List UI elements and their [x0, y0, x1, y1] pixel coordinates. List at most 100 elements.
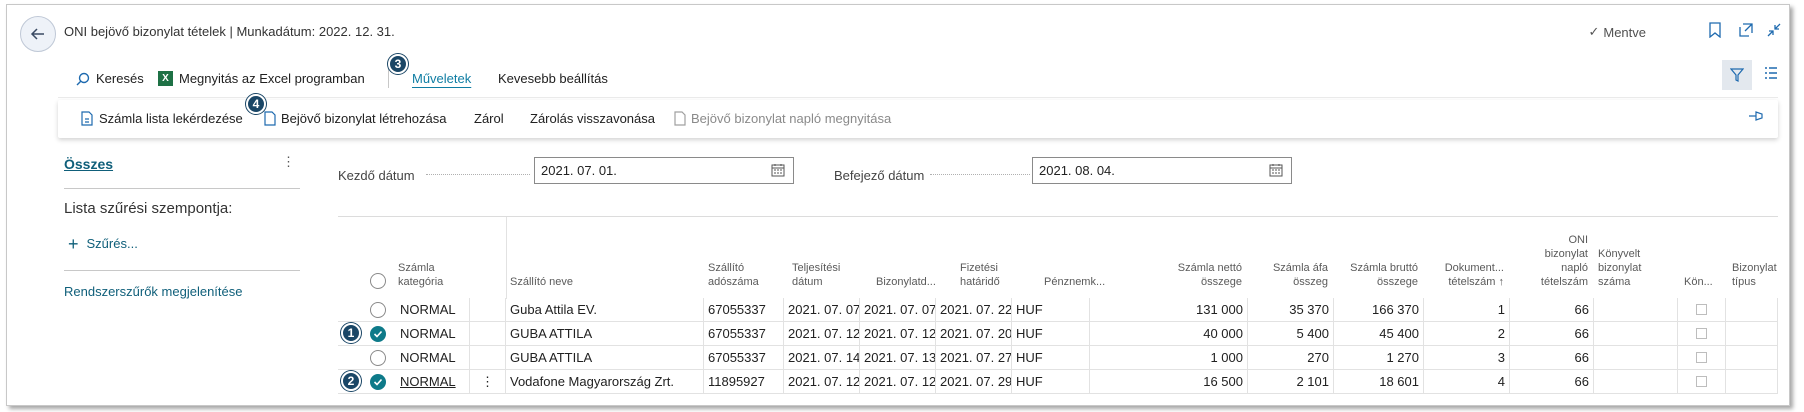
column-header-due-date[interactable]: Fizetési határidő	[960, 261, 1000, 289]
row-actions-cell[interactable]	[470, 322, 506, 346]
row-checkbox-cell[interactable]	[1678, 346, 1726, 370]
more-options-icon[interactable]: ⋮	[282, 154, 295, 170]
cell-taxno[interactable]: 67055337	[704, 298, 784, 322]
cell-category[interactable]: NORMAL	[396, 370, 470, 394]
column-header-supplier[interactable]: Szállító neve	[510, 275, 573, 289]
cell-due-date[interactable]: 2021. 07. 27.	[936, 346, 1012, 370]
row-checkbox-cell[interactable]	[1678, 322, 1726, 346]
add-filter-button[interactable]: + Szűrés...	[68, 235, 138, 253]
row-checkbox[interactable]	[1696, 328, 1707, 339]
document-type-cell[interactable]	[1726, 298, 1778, 322]
calendar-icon[interactable]	[1269, 163, 1283, 180]
cell-docline[interactable]: 4	[1424, 370, 1510, 394]
cell-doc-date[interactable]: 2021. 07. 12.	[860, 370, 936, 394]
row-actions-cell[interactable]	[470, 298, 506, 322]
cell-vat[interactable]: 5 400	[1248, 322, 1334, 346]
cell-vat[interactable]: 270	[1248, 346, 1334, 370]
cell-perf-date[interactable]: 2021. 07. 12.	[784, 370, 860, 394]
row-select-radio[interactable]	[370, 350, 386, 366]
cell-supplier[interactable]: GUBA ATTILA	[506, 346, 704, 370]
row-selected-checkbox[interactable]	[370, 374, 386, 390]
cell-supplier[interactable]: Vodafone Magyarország Zrt.	[506, 370, 704, 394]
row-actions-cell[interactable]: ⋮	[470, 370, 506, 394]
cell-due-date[interactable]: 2021. 07. 22.	[936, 298, 1012, 322]
cell-doc-date[interactable]: 2021. 07. 07.	[860, 298, 936, 322]
cell-taxno[interactable]: 67055337	[704, 346, 784, 370]
open-incoming-journal-button[interactable]: Bejövő bizonylat napló megnyitása	[674, 111, 891, 126]
row-actions-cell[interactable]	[470, 346, 506, 370]
row-more-options-icon[interactable]: ⋮	[474, 370, 501, 393]
table-row[interactable]: NORMAL ⋮ Vodafone Magyarország Zrt. 1189592…	[338, 370, 1778, 394]
search-button[interactable]: Keresés	[76, 71, 144, 86]
column-header-gross-amount[interactable]: Számla bruttó összege	[1334, 261, 1418, 289]
booked-document-cell[interactable]	[1594, 298, 1678, 322]
cell-vat[interactable]: 35 370	[1248, 298, 1334, 322]
tab-actions[interactable]: Műveletek	[412, 71, 471, 86]
cell-net[interactable]: 16 500	[1090, 370, 1248, 394]
column-header-tax-number[interactable]: Szállító adószáma	[708, 261, 759, 289]
column-header-kon[interactable]: Kön...	[1684, 275, 1713, 289]
cell-docline[interactable]: 1	[1424, 298, 1510, 322]
cell-supplier[interactable]: Guba Attila EV.	[506, 298, 704, 322]
undo-lock-button[interactable]: Zárolás visszavonása	[530, 111, 655, 126]
cell-gross[interactable]: 45 400	[1334, 322, 1424, 346]
open-new-window-icon[interactable]	[1738, 22, 1756, 40]
cell-net[interactable]: 131 000	[1090, 298, 1248, 322]
cell-net[interactable]: 1 000	[1090, 346, 1248, 370]
column-header-booked-document[interactable]: Könyvelt bizonylat száma	[1598, 247, 1641, 289]
fewer-options-button[interactable]: Kevesebb beállítás	[498, 71, 608, 86]
cell-taxno[interactable]: 67055337	[704, 322, 784, 346]
booked-document-cell[interactable]	[1594, 322, 1678, 346]
row-selected-checkbox[interactable]	[370, 326, 386, 342]
column-header-document-line[interactable]: Dokument... tételszám ↑	[1424, 261, 1504, 289]
back-button[interactable]	[20, 16, 56, 52]
create-incoming-document-button[interactable]: Bejövő bizonylat létrehozása	[264, 111, 447, 126]
cell-perf-date[interactable]: 2021. 07. 14.	[784, 346, 860, 370]
column-header-vat-amount[interactable]: Számla áfa összeg	[1248, 261, 1328, 289]
cell-perf-date[interactable]: 2021. 07. 07.	[784, 298, 860, 322]
collapse-icon[interactable]	[1766, 22, 1784, 40]
cell-oni[interactable]: 66	[1510, 346, 1594, 370]
cell-category[interactable]: NORMAL	[396, 322, 470, 346]
show-system-filters-link[interactable]: Rendszerszűrők megjelenítése	[64, 284, 242, 299]
cell-currency[interactable]: HUF	[1012, 346, 1090, 370]
row-checkbox[interactable]	[1696, 304, 1707, 315]
document-type-cell[interactable]	[1726, 370, 1778, 394]
invoice-list-query-button[interactable]: Számla lista lekérdezése	[80, 111, 243, 126]
document-type-cell[interactable]	[1726, 346, 1778, 370]
cell-oni[interactable]: 66	[1510, 298, 1594, 322]
booked-document-cell[interactable]	[1594, 346, 1678, 370]
cell-supplier[interactable]: GUBA ATTILA	[506, 322, 704, 346]
cell-gross[interactable]: 18 601	[1334, 370, 1424, 394]
table-row[interactable]: NORMAL Guba Attila EV. 67055337 2021. 07. 0…	[338, 298, 1778, 322]
bookmark-icon[interactable]	[1708, 22, 1726, 40]
cell-currency[interactable]: HUF	[1012, 322, 1090, 346]
cell-currency[interactable]: HUF	[1012, 298, 1090, 322]
cell-taxno[interactable]: 11895927	[704, 370, 784, 394]
all-view-link[interactable]: Összes	[64, 156, 113, 172]
column-header-category[interactable]: Számla kategória	[398, 261, 443, 289]
row-checkbox[interactable]	[1696, 376, 1707, 387]
cell-perf-date[interactable]: 2021. 07. 12.	[784, 322, 860, 346]
cell-due-date[interactable]: 2021. 07. 20.	[936, 322, 1012, 346]
row-select-radio[interactable]	[370, 302, 386, 318]
row-checkbox-cell[interactable]	[1678, 370, 1726, 394]
booked-document-cell[interactable]	[1594, 370, 1678, 394]
column-header-oni-journal-line[interactable]: ONI bizonylat napló tételszám	[1510, 233, 1588, 289]
cell-gross[interactable]: 166 370	[1334, 298, 1424, 322]
calendar-icon[interactable]	[771, 163, 785, 180]
cell-doc-date[interactable]: 2021. 07. 12.	[860, 322, 936, 346]
start-date-field[interactable]: 2021. 07. 01.	[534, 157, 794, 184]
column-header-net-amount[interactable]: Számla nettó összege	[1118, 261, 1242, 289]
list-view-icon[interactable]	[1764, 66, 1778, 83]
cell-oni[interactable]: 66	[1510, 370, 1594, 394]
document-type-cell[interactable]	[1726, 322, 1778, 346]
cell-docline[interactable]: 3	[1424, 346, 1510, 370]
cell-due-date[interactable]: 2021. 07. 29.	[936, 370, 1012, 394]
filter-toggle-button[interactable]	[1722, 60, 1752, 90]
pin-icon[interactable]	[1748, 110, 1764, 125]
open-in-excel-button[interactable]: X Megnyitás az Excel programban	[158, 71, 365, 86]
table-row[interactable]: NORMAL GUBA ATTILA 67055337 2021. 07. 12. 20…	[338, 322, 1778, 346]
row-checkbox[interactable]	[1696, 352, 1707, 363]
cell-category[interactable]: NORMAL	[396, 346, 470, 370]
